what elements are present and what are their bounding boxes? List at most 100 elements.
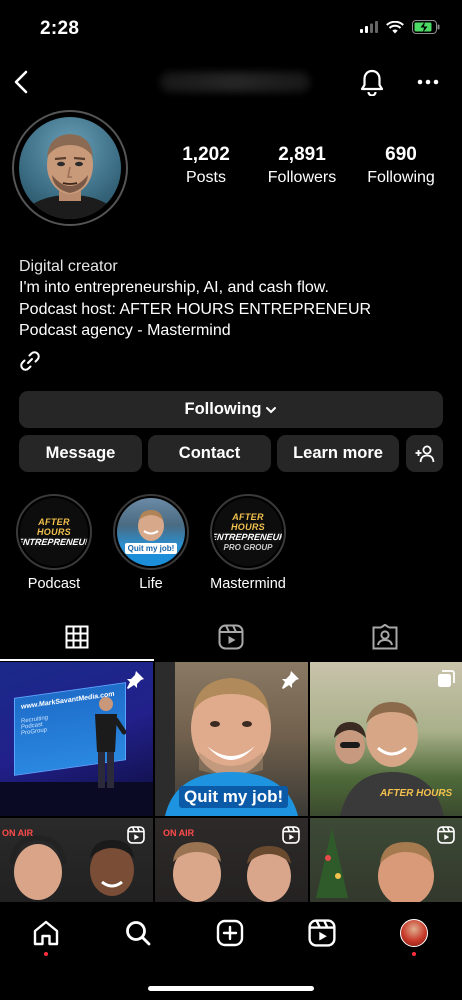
blurred-username[interactable] xyxy=(160,72,310,92)
highlight-cover: AFTER HOURS ENTREPRENEUR PRO GROUP xyxy=(214,498,282,566)
reels-icon xyxy=(218,624,244,650)
stat-posts[interactable]: 1,202 Posts xyxy=(160,144,252,187)
stat-value: 2,891 xyxy=(278,144,326,165)
post-thumbnail[interactable]: AFTER HOURS xyxy=(310,662,462,816)
profile-stats: 1,202 Posts 2,891 Followers 690 Followin… xyxy=(160,144,450,187)
reel-badge-icon xyxy=(282,826,300,844)
nav-create[interactable] xyxy=(213,916,247,950)
post-thumbnail[interactable]: ON AIR xyxy=(155,818,308,902)
reel-badge-icon xyxy=(437,826,455,844)
profile-avatar-ring[interactable] xyxy=(12,110,128,226)
posts-grid: www.MarkSavantMedia.com Recruiting Podca… xyxy=(0,662,462,902)
cellular-signal-icon xyxy=(360,21,378,33)
notifications-button[interactable] xyxy=(356,66,388,98)
post-thumbnail[interactable] xyxy=(310,818,462,902)
highlight-ring: AFTER HOURS ENTREPRENEUR PRO GROUP xyxy=(210,494,286,570)
stat-label: Following xyxy=(367,169,435,186)
highlight-label: Mastermind xyxy=(210,576,286,592)
suggested-users-button[interactable] xyxy=(406,435,443,472)
status-icons xyxy=(360,20,440,34)
logo-text-sub: PRO GROUP xyxy=(223,543,273,552)
profile-notification-dot xyxy=(412,952,416,956)
home-indicator xyxy=(148,986,314,991)
tab-tagged[interactable] xyxy=(308,614,462,660)
profile-tabs xyxy=(0,614,462,661)
top-nav xyxy=(0,62,462,102)
carousel-icon xyxy=(438,670,455,687)
profile-avatar xyxy=(19,117,121,219)
reels-icon xyxy=(308,919,336,947)
bio-line: Podcast host: AFTER HOURS ENTREPRENEUR xyxy=(19,300,372,318)
stat-value: 1,202 xyxy=(182,144,230,165)
highlight-podcast[interactable]: AFTER HOURS ENTREPRENEUR Podcast xyxy=(9,494,99,592)
logo-text-bottom: ENTREPRENEUR xyxy=(20,537,88,547)
stat-following[interactable]: 690 Following xyxy=(352,144,450,187)
tagged-icon xyxy=(372,624,398,650)
highlight-ring: Quit my job! xyxy=(113,494,189,570)
tab-grid[interactable] xyxy=(0,614,154,660)
profile-avatar xyxy=(400,919,428,947)
nav-search[interactable] xyxy=(121,916,155,950)
pinned-icon xyxy=(127,671,144,689)
nav-profile[interactable] xyxy=(397,916,431,950)
learn-more-button[interactable]: Learn more xyxy=(277,435,399,472)
logo-text-top: AFTER HOURS xyxy=(36,517,71,537)
wifi-icon xyxy=(386,20,404,33)
stage-floor xyxy=(0,782,153,816)
home-notification-dot xyxy=(44,952,48,956)
post-thumbnail[interactable]: www.MarkSavantMedia.com Recruiting Podca… xyxy=(0,662,153,816)
shirt-text: Quit my job! xyxy=(179,786,289,808)
highlight-life[interactable]: Quit my job! Life xyxy=(106,494,196,592)
post-thumbnail[interactable]: ON AIR xyxy=(0,818,153,902)
more-horizontal-icon xyxy=(417,79,439,85)
profile-portrait xyxy=(24,134,116,219)
grid-icon xyxy=(65,625,89,649)
chevron-left-icon xyxy=(14,70,28,94)
home-icon xyxy=(33,920,59,946)
highlight-label: Life xyxy=(139,576,163,592)
bio-line: Podcast agency - Mastermind xyxy=(19,321,231,339)
link-icon xyxy=(20,351,40,371)
highlight-badge-text: Quit my job! xyxy=(124,542,178,554)
message-button[interactable]: Message xyxy=(19,435,142,472)
bottom-nav xyxy=(0,902,462,1000)
highlight-portrait xyxy=(125,510,177,566)
battery-charging-icon xyxy=(412,20,440,34)
pinned-icon xyxy=(282,671,299,689)
bio-link[interactable] xyxy=(19,350,41,372)
highlight-cover: Quit my job! xyxy=(117,498,185,566)
status-bar: 2:28 xyxy=(0,0,462,56)
search-icon xyxy=(126,921,151,946)
speaker-figure xyxy=(95,697,126,788)
shirt-text: AFTER HOURS xyxy=(380,788,453,799)
stat-label: Posts xyxy=(185,169,226,186)
stat-value: 690 xyxy=(385,144,417,165)
status-time: 2:28 xyxy=(40,18,80,39)
add-user-icon xyxy=(415,445,434,462)
following-button[interactable]: Following xyxy=(19,391,443,428)
chevron-down-icon xyxy=(266,406,277,413)
stat-label: Followers xyxy=(267,169,337,186)
reel-badge-icon xyxy=(127,826,145,844)
bell-icon xyxy=(360,69,384,96)
nav-home[interactable] xyxy=(29,916,63,950)
nav-reels[interactable] xyxy=(305,916,339,950)
highlight-ring: AFTER HOURS ENTREPRENEUR xyxy=(16,494,92,570)
logo-text-top: AFTER HOURS xyxy=(230,512,265,532)
following-label: Following xyxy=(184,400,262,418)
profile-bio: Digital creator I'm into entrepreneurshi… xyxy=(19,256,449,341)
active-tab-indicator xyxy=(0,659,154,661)
bio-line: I'm into entrepreneurship, AI, and cash … xyxy=(19,279,329,297)
highlight-cover: AFTER HOURS ENTREPRENEUR xyxy=(20,498,88,566)
contact-button[interactable]: Contact xyxy=(148,435,271,472)
logo-text-bottom: ENTREPRENEUR xyxy=(214,532,282,542)
create-icon xyxy=(216,919,244,947)
post-thumbnail[interactable]: Quit my job! xyxy=(155,662,308,816)
bio-category: Digital creator xyxy=(19,258,118,275)
back-button[interactable] xyxy=(6,66,36,98)
highlight-mastermind[interactable]: AFTER HOURS ENTREPRENEUR PRO GROUP Maste… xyxy=(203,494,293,592)
stat-followers[interactable]: 2,891 Followers xyxy=(252,144,352,187)
highlight-label: Podcast xyxy=(27,576,81,592)
tab-reels[interactable] xyxy=(154,614,308,660)
more-options-button[interactable] xyxy=(412,66,444,98)
